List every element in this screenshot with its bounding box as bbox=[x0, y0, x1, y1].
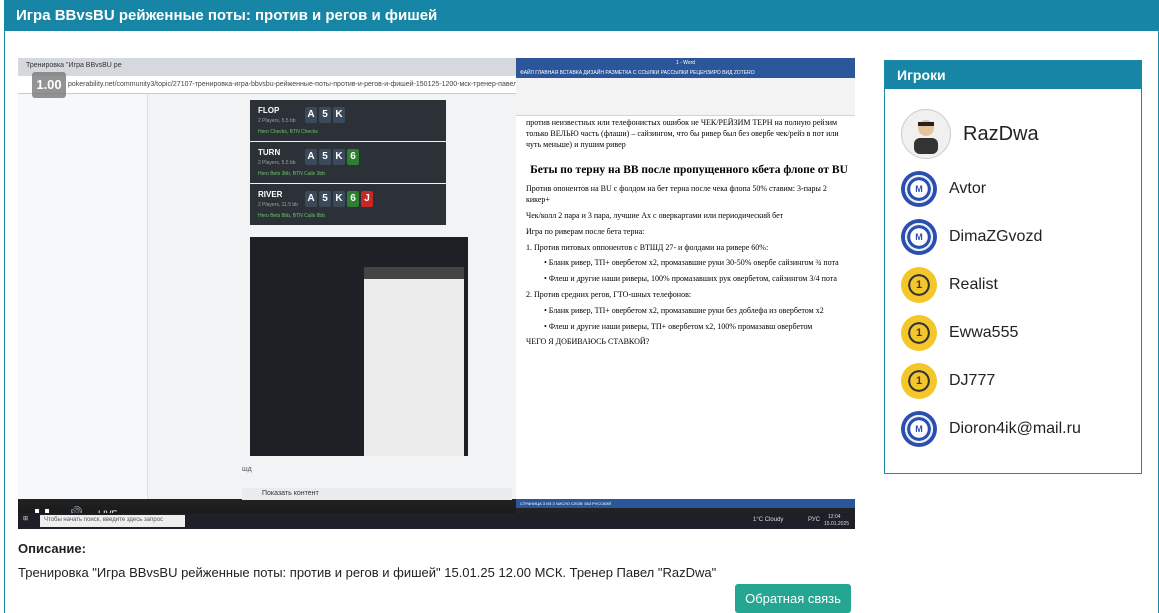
gold-chip-icon: 1 bbox=[901, 315, 937, 351]
card: K bbox=[333, 191, 345, 207]
feedback-button[interactable]: Обратная связь bbox=[735, 584, 851, 613]
word-status-bar: СТРАНИЦА 3 ИЗ 3 ЧИСЛО СЛОВ: 563 РУССКИЙ bbox=[516, 499, 855, 508]
street-action: Hero Bets 8bb, BTN Calls 8bb bbox=[258, 213, 325, 219]
windows-taskbar: ⊞ Чтобы начать поиск, введите здесь запр… bbox=[18, 513, 855, 529]
card: A bbox=[305, 107, 317, 123]
taskbar-time: 12:04 bbox=[828, 514, 841, 520]
post-caption: шд bbox=[242, 466, 252, 473]
street-card-turn: TURN 2 Players, 5.5 bb Hero Bets 3bb, BT… bbox=[250, 142, 446, 183]
hud-popup bbox=[364, 267, 464, 456]
word-window: 1 - Word ФАЙЛ ГЛАВНАЯ ВСТАВКА ДИЗАЙН РАЗ… bbox=[516, 58, 855, 508]
taskbar-date: 15.01.2025 bbox=[824, 521, 850, 527]
doc-list-item: • Флеш и другие наши риверы, 100% промаз… bbox=[544, 274, 837, 284]
player-item[interactable]: RazDwa bbox=[901, 109, 1039, 159]
street-action: Hero Checks, BTN Checks bbox=[258, 129, 318, 135]
street-info: 2 Players, 11.5 bb bbox=[258, 202, 298, 208]
video-player[interactable]: Тренировка "Игра BBvsBU ре pokerability.… bbox=[18, 58, 855, 529]
street-name: FLOP bbox=[258, 106, 280, 115]
description-label: Описание: bbox=[18, 541, 86, 556]
card: 5 bbox=[319, 191, 331, 207]
players-panel: Игроки RazDwa M Avtor M DimaZGvozd 1 Rea… bbox=[884, 60, 1142, 474]
card: A bbox=[305, 149, 317, 165]
street-name: TURN bbox=[258, 148, 281, 157]
windows-start-icon: ⊞ bbox=[23, 516, 29, 522]
player-name: Dioron4ik@mail.ru bbox=[949, 420, 1081, 437]
players-title: Игроки bbox=[885, 61, 1141, 89]
card: 5 bbox=[319, 107, 331, 123]
player-name: DimaZGvozd bbox=[949, 228, 1043, 245]
player-name: RazDwa bbox=[963, 122, 1039, 145]
card: 6 bbox=[347, 191, 359, 207]
taskbar-search: Чтобы начать поиск, введите здесь запрос bbox=[40, 515, 185, 527]
doc-list-item: 2. Против средних регов, ГТО-шных телефо… bbox=[526, 289, 692, 299]
street-name: RIVER bbox=[258, 190, 283, 199]
browser-url: pokerability.net/community3/topic/27107-… bbox=[18, 76, 516, 94]
word-document: против неизвестных или телефонистых ошиб… bbox=[526, 118, 852, 498]
doc-paragraph: Чек/колл 2 пара и 3 пара, лучшие Ах с ов… bbox=[526, 210, 784, 220]
word-menu: ФАЙЛ ГЛАВНАЯ ВСТАВКА ДИЗАЙН РАЗМЕТКА С С… bbox=[516, 68, 855, 78]
player-item[interactable]: 1 Realist bbox=[901, 267, 998, 303]
poker-table-screenshot bbox=[250, 237, 468, 456]
card: 5 bbox=[319, 149, 331, 165]
doc-list-item: • Бланк ривер, ТП+ овербетом x2, промаза… bbox=[544, 305, 824, 315]
card: A bbox=[305, 191, 317, 207]
street-info: 2 Players, 5.5 bb bbox=[258, 160, 296, 166]
doc-list-item: • Бланк ривер, ТП+ овербетом x2, промаза… bbox=[544, 258, 839, 268]
taskbar-weather: 1°C Cloudy bbox=[753, 517, 784, 523]
doc-heading: Беты по терну на BB после пропущенного к… bbox=[530, 164, 848, 177]
video-browser-window: Тренировка "Игра BBvsBU ре pokerability.… bbox=[18, 58, 516, 500]
doc-paragraph: Игра по риверам после бета терна: bbox=[526, 226, 645, 236]
forum-sidebar bbox=[18, 94, 148, 499]
street-action: Hero Bets 3bb, BTN Calls 3bb bbox=[258, 171, 325, 177]
card: 6 bbox=[347, 149, 359, 165]
page-title: Игра BBvsBU рейженные поты: против и рег… bbox=[4, 0, 1159, 31]
doc-paragraph: ЧЕГО Я ДОБИВАЮСЬ СТАВКОЙ? bbox=[526, 337, 650, 347]
doc-list-item: • Флеш и другие наши риверы, ТП+ овербет… bbox=[544, 321, 813, 331]
player-item[interactable]: M DimaZGvozd bbox=[901, 219, 1042, 255]
m-chip-icon: M bbox=[901, 171, 937, 207]
gold-chip-icon: 1 bbox=[901, 363, 937, 399]
street-card-river: RIVER 2 Players, 11.5 bb Hero Bets 8bb, … bbox=[250, 184, 446, 225]
description-text: Тренировка "Игра BBvsBU рейженные поты: … bbox=[18, 565, 717, 580]
gold-chip-icon: 1 bbox=[901, 267, 937, 303]
browser-tab: Тренировка "Игра BBvsBU ре bbox=[18, 58, 516, 76]
player-item[interactable]: M Avtor bbox=[901, 171, 986, 207]
word-title: 1 - Word bbox=[516, 58, 855, 68]
avatar bbox=[901, 109, 951, 159]
card: K bbox=[333, 107, 345, 123]
doc-intro: против неизвестных или телефонистых ошиб… bbox=[526, 118, 839, 149]
taskbar-lang: РУС bbox=[808, 517, 821, 523]
street-card-flop: FLOP 2 Players, 5.5 bb Hero Checks, BTN … bbox=[250, 100, 446, 141]
playback-speed-badge[interactable]: 1.00 bbox=[32, 72, 66, 98]
card: J bbox=[361, 191, 373, 207]
doc-list-item: 1. Против питовых оппонентов с ВТШД 27- … bbox=[526, 242, 769, 252]
m-chip-icon: M bbox=[901, 219, 937, 255]
card: K bbox=[333, 149, 345, 165]
player-item[interactable]: 1 DJ777 bbox=[901, 363, 995, 399]
doc-paragraph: Против опонентов на BU с фолдом на бет т… bbox=[526, 184, 827, 205]
player-item[interactable]: 1 Ewwa555 bbox=[901, 315, 1018, 351]
word-ribbon bbox=[516, 78, 855, 116]
player-name: Realist bbox=[949, 276, 998, 293]
player-name: Avtor bbox=[949, 180, 987, 197]
player-name: Ewwa555 bbox=[949, 324, 1019, 341]
player-name: DJ777 bbox=[949, 372, 996, 389]
player-item[interactable]: M Dioron4ik@mail.ru bbox=[901, 411, 1081, 447]
street-info: 2 Players, 5.5 bb bbox=[258, 118, 296, 124]
m-chip-icon: M bbox=[901, 411, 937, 447]
